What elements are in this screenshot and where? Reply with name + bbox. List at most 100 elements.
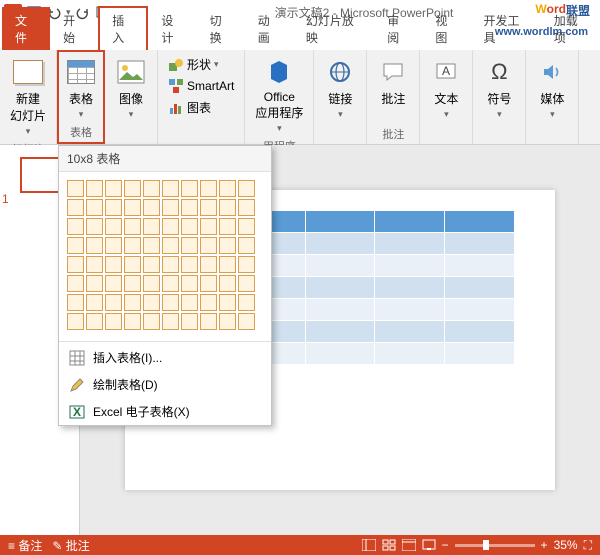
insert-table-item[interactable]: 插入表格(I)... xyxy=(59,344,271,371)
grid-cell[interactable] xyxy=(181,256,198,273)
grid-cell[interactable] xyxy=(86,256,103,273)
grid-cell[interactable] xyxy=(143,256,160,273)
grid-cell[interactable] xyxy=(238,275,255,292)
grid-cell[interactable] xyxy=(200,313,217,330)
link-button[interactable]: 链接▾ xyxy=(320,54,360,122)
grid-cell[interactable] xyxy=(200,180,217,197)
grid-cell[interactable] xyxy=(86,313,103,330)
grid-cell[interactable] xyxy=(238,294,255,311)
zoom-out-button[interactable]: − xyxy=(442,538,449,552)
grid-cell[interactable] xyxy=(124,275,141,292)
tab-transitions[interactable]: 切换 xyxy=(197,7,245,50)
grid-cell[interactable] xyxy=(105,275,122,292)
grid-cell[interactable] xyxy=(162,294,179,311)
grid-cell[interactable] xyxy=(181,313,198,330)
notes-button[interactable]: ≡ 备注 xyxy=(8,537,42,554)
zoom-value[interactable]: 35% xyxy=(554,538,578,552)
grid-cell[interactable] xyxy=(162,237,179,254)
grid-cell[interactable] xyxy=(105,180,122,197)
tab-review[interactable]: 审阅 xyxy=(374,7,422,50)
grid-cell[interactable] xyxy=(86,199,103,216)
tab-slideshow[interactable]: 幻灯片放映 xyxy=(293,7,374,50)
grid-cell[interactable] xyxy=(67,218,84,235)
normal-view-icon[interactable] xyxy=(362,539,376,551)
grid-cell[interactable] xyxy=(162,218,179,235)
grid-cell[interactable] xyxy=(200,199,217,216)
grid-cell[interactable] xyxy=(238,237,255,254)
grid-cell[interactable] xyxy=(86,294,103,311)
tab-animations[interactable]: 动画 xyxy=(245,7,293,50)
grid-cell[interactable] xyxy=(181,275,198,292)
grid-cell[interactable] xyxy=(219,199,236,216)
reading-view-icon[interactable] xyxy=(402,539,416,551)
grid-cell[interactable] xyxy=(238,218,255,235)
grid-cell[interactable] xyxy=(67,237,84,254)
office-apps-button[interactable]: Office 应用程序 ▾ xyxy=(251,54,307,136)
tab-home[interactable]: 开始 xyxy=(50,7,98,50)
grid-cell[interactable] xyxy=(219,218,236,235)
tab-view[interactable]: 视图 xyxy=(422,7,470,50)
grid-cell[interactable] xyxy=(105,218,122,235)
grid-cell[interactable] xyxy=(219,294,236,311)
comments-button[interactable]: ✎ 批注 xyxy=(52,537,89,554)
grid-cell[interactable] xyxy=(124,199,141,216)
tab-file[interactable]: 文件 xyxy=(2,7,50,50)
image-button[interactable]: 图像 ▾ xyxy=(111,54,151,122)
grid-cell[interactable] xyxy=(219,313,236,330)
grid-cell[interactable] xyxy=(238,180,255,197)
grid-cell[interactable] xyxy=(143,275,160,292)
text-button[interactable]: A 文本▾ xyxy=(426,54,466,122)
grid-cell[interactable] xyxy=(238,199,255,216)
grid-cell[interactable] xyxy=(219,275,236,292)
grid-cell[interactable] xyxy=(219,237,236,254)
grid-cell[interactable] xyxy=(105,294,122,311)
comment-button[interactable]: 批注 xyxy=(373,54,413,109)
fit-to-window-icon[interactable]: ⛶ xyxy=(584,538,592,553)
grid-cell[interactable] xyxy=(143,199,160,216)
grid-cell[interactable] xyxy=(86,180,103,197)
table-size-grid[interactable] xyxy=(59,172,271,339)
grid-cell[interactable] xyxy=(124,237,141,254)
grid-cell[interactable] xyxy=(162,180,179,197)
slideshow-view-icon[interactable] xyxy=(422,539,436,551)
grid-cell[interactable] xyxy=(181,237,198,254)
grid-cell[interactable] xyxy=(67,199,84,216)
grid-cell[interactable] xyxy=(143,180,160,197)
grid-cell[interactable] xyxy=(162,256,179,273)
grid-cell[interactable] xyxy=(181,294,198,311)
grid-cell[interactable] xyxy=(238,313,255,330)
grid-cell[interactable] xyxy=(162,199,179,216)
grid-cell[interactable] xyxy=(238,256,255,273)
grid-cell[interactable] xyxy=(86,237,103,254)
grid-cell[interactable] xyxy=(67,294,84,311)
grid-cell[interactable] xyxy=(124,218,141,235)
grid-cell[interactable] xyxy=(162,313,179,330)
grid-cell[interactable] xyxy=(143,237,160,254)
smartart-button[interactable]: SmartArt xyxy=(164,76,238,96)
tab-developer[interactable]: 开发工具 xyxy=(470,7,540,50)
tab-design[interactable]: 设计 xyxy=(148,7,196,50)
grid-cell[interactable] xyxy=(124,180,141,197)
grid-cell[interactable] xyxy=(219,180,236,197)
grid-cell[interactable] xyxy=(105,256,122,273)
sorter-view-icon[interactable] xyxy=(382,539,396,551)
grid-cell[interactable] xyxy=(143,218,160,235)
grid-cell[interactable] xyxy=(105,199,122,216)
grid-cell[interactable] xyxy=(143,294,160,311)
excel-spreadsheet-item[interactable]: X Excel 电子表格(X) xyxy=(59,398,271,425)
grid-cell[interactable] xyxy=(67,275,84,292)
zoom-slider[interactable] xyxy=(455,544,535,547)
grid-cell[interactable] xyxy=(181,199,198,216)
grid-cell[interactable] xyxy=(219,256,236,273)
table-button[interactable]: 表格 ▾ xyxy=(61,54,101,122)
tab-insert[interactable]: 插入 xyxy=(98,6,148,50)
grid-cell[interactable] xyxy=(124,294,141,311)
chart-button[interactable]: 图表 xyxy=(164,97,238,118)
grid-cell[interactable] xyxy=(181,218,198,235)
tab-addins[interactable]: 加载项 xyxy=(541,7,600,50)
grid-cell[interactable] xyxy=(200,218,217,235)
symbol-button[interactable]: Ω 符号▾ xyxy=(479,54,519,122)
media-button[interactable]: 媒体▾ xyxy=(532,54,572,122)
grid-cell[interactable] xyxy=(67,313,84,330)
grid-cell[interactable] xyxy=(181,180,198,197)
